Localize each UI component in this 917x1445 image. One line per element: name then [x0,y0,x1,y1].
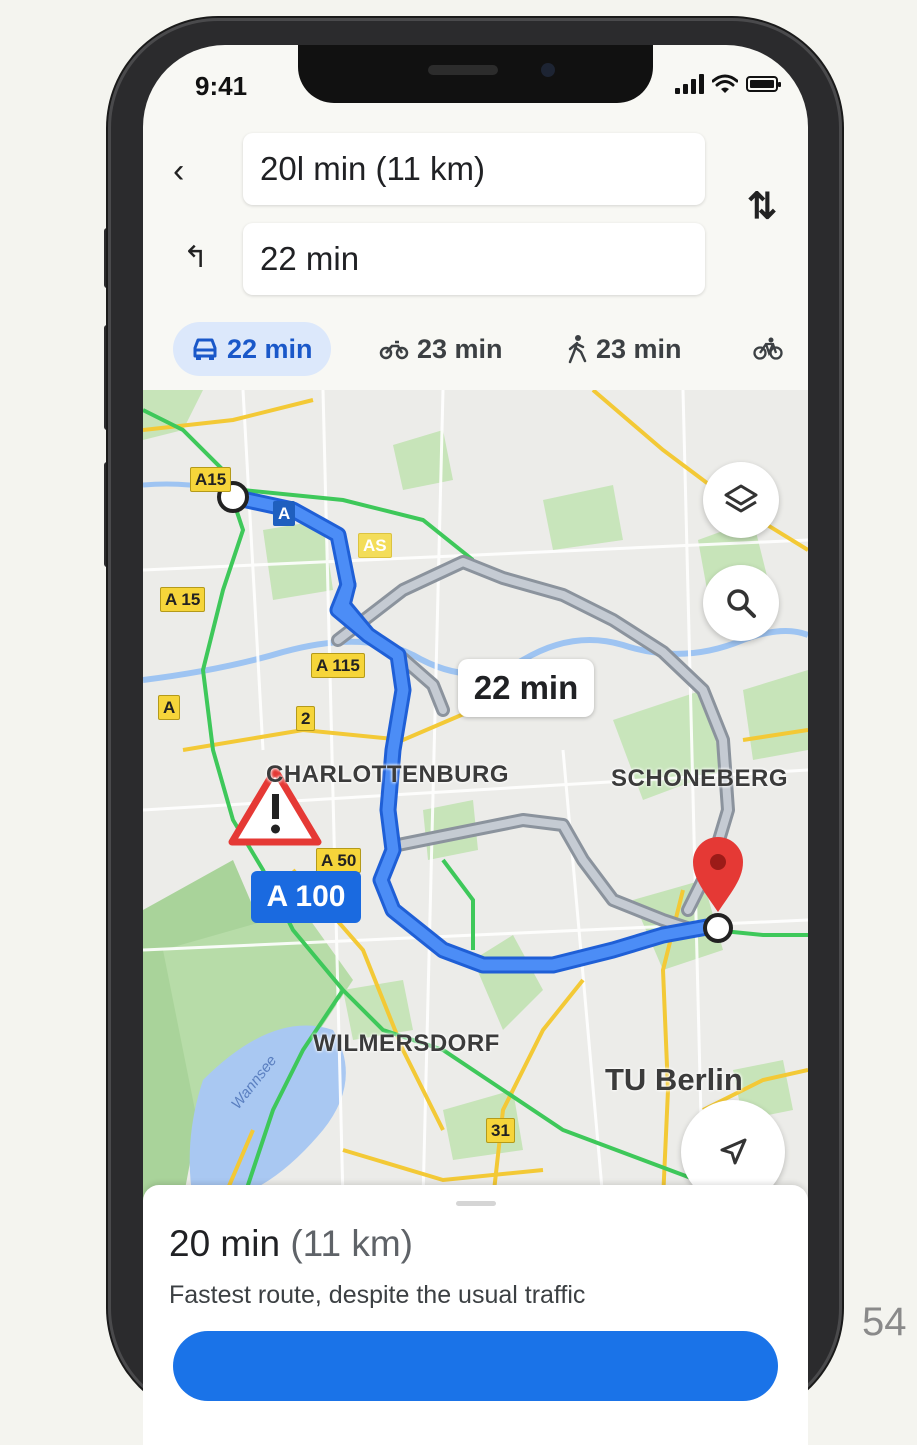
route-duration: 20 min [169,1223,281,1264]
wifi-icon [712,74,738,93]
search-button[interactable] [703,565,779,641]
tab-drive-label: 22 min [227,333,313,364]
road-shield: A 15 [160,587,206,612]
destination-field[interactable]: 22 min [243,223,705,295]
phone-screen: 9:41 ‹ 20l min (11 km) ↰ 22 min ⇅ 22 min [143,45,808,1445]
tab-motorcycle[interactable]: 23 min [379,322,503,376]
status-time: 9:41 [195,71,248,101]
tab-walk[interactable]: 23 min [566,322,682,376]
origin-field[interactable]: 20l min (11 km) [243,133,705,205]
walk-icon [568,335,587,364]
road-shield: A 115 [311,653,365,678]
tab-drive[interactable]: 22 min [173,322,331,376]
car-icon [193,338,217,360]
travel-mode-tabs: 22 min 23 min 23 min [173,322,808,376]
front-camera [541,63,555,77]
layers-button[interactable] [703,462,779,538]
notch [298,45,653,103]
road-shield: A15 [190,467,232,492]
swap-icon[interactable]: ⇅ [747,185,777,227]
speaker [428,65,498,75]
highway-badge: A 100 [251,871,361,923]
district-label: SCHONEBERG [611,765,789,792]
layers-icon [724,484,758,513]
poi-label: TU Berlin [605,1062,743,1097]
road-shield: A [273,501,296,526]
district-label: CHARLOTTENBURG [266,761,509,788]
road-shield: 2 [296,706,316,731]
map-view[interactable]: A15 A AS A 15 A 115 A 2 A 50 31 96 A 100… [143,390,808,1200]
route-description: Fastest route, despite the usual traffic [169,1281,586,1309]
road-shield: AS [358,533,392,558]
origin-value: 20l min (11 km) [260,150,485,187]
cellular-signal-icon [675,74,704,94]
tab-motorcycle-label: 23 min [417,333,503,364]
navigation-arrow-icon [720,1138,747,1165]
district-label: WILMERSDORF [313,1030,500,1057]
tab-bicycle[interactable] [753,322,783,376]
destination-value: 22 min [260,240,360,277]
start-button[interactable] [173,1331,778,1401]
page-number: 54 [862,1300,907,1344]
back-arrow-icon[interactable]: ‹ [173,153,209,189]
route-time-bubble[interactable]: 22 min [458,659,594,717]
road-shield: A 50 [316,848,362,873]
search-icon [727,589,756,618]
battery-icon [746,76,781,92]
road-shield: A [158,695,181,720]
route-details-sheet[interactable]: 20 min (11 km) Fastest route, despite th… [143,1185,808,1445]
route-summary: 20 min (11 km) [169,1223,413,1265]
sheet-handle[interactable] [456,1201,496,1206]
tab-walk-label: 23 min [596,333,682,364]
bicycle-icon [753,337,783,360]
motorcycle-icon [379,340,409,360]
road-shield: 31 [486,1118,515,1143]
route-distance: (11 km) [290,1223,413,1264]
status-icons [675,73,781,95]
turn-left-icon: ↰ [183,241,209,274]
